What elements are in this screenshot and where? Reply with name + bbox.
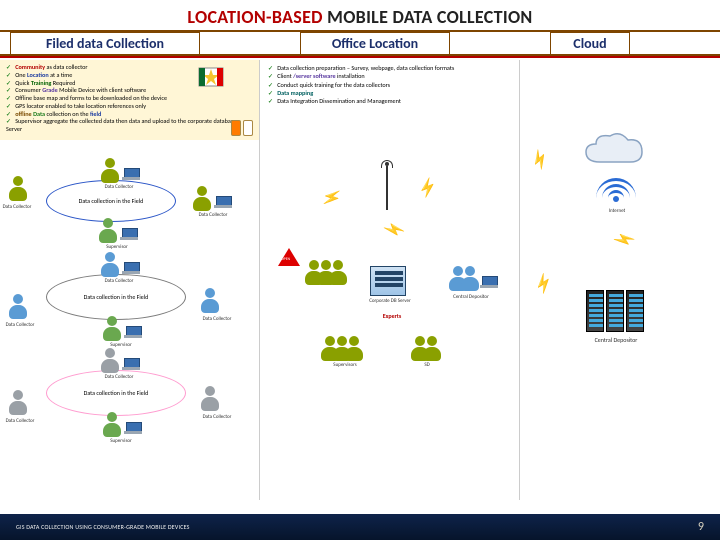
person-icon bbox=[102, 412, 122, 438]
label-collector: Data Collector bbox=[94, 278, 144, 284]
column-office: Data collection preparation – Survey, we… bbox=[260, 60, 520, 500]
bolt-icon: ⚡ bbox=[526, 146, 554, 174]
laptop-icon bbox=[124, 326, 142, 338]
office-item-2: Client /server software installation bbox=[268, 72, 511, 80]
label-collector: Data Collector bbox=[0, 322, 40, 328]
label-experts: Experts bbox=[372, 312, 412, 320]
person-icon bbox=[100, 348, 120, 374]
server-rack-icon bbox=[586, 290, 644, 332]
wifi-icon bbox=[596, 178, 636, 202]
office-bullet-box: Data collection preparation – Survey, we… bbox=[260, 60, 519, 110]
server-icon bbox=[370, 266, 406, 296]
bolt-icon: ⚡ bbox=[530, 270, 557, 297]
title-left: LOCATION-BASED bbox=[187, 6, 322, 28]
diagram-body: Community as data collector One Location… bbox=[0, 60, 720, 500]
footer: GIS DATA COLLECTION USING CONSUMER-GRADE… bbox=[0, 514, 720, 540]
label-central-depositor: Central Depositor bbox=[576, 336, 656, 344]
laptop-icon bbox=[120, 228, 138, 240]
laptop-icon bbox=[480, 276, 498, 288]
label-supervisor: Supervisor bbox=[96, 438, 146, 444]
label-supervisor: Supervisor bbox=[92, 244, 142, 250]
label-collector: Data Collector bbox=[192, 316, 242, 322]
person-icon bbox=[422, 336, 442, 362]
header-cloud: Cloud bbox=[550, 32, 630, 55]
person-icon bbox=[200, 386, 220, 412]
laptop-icon bbox=[122, 262, 140, 274]
slide-title: LOCATION-BASED MOBILE DATA COLLECTION bbox=[0, 0, 720, 30]
label-sd: SD bbox=[412, 362, 442, 368]
person-icon bbox=[102, 316, 122, 342]
column-cloud: Internet ⚡ ⚡ ⚡ Central Depositor bbox=[520, 60, 720, 500]
bolt-icon: ⚡ bbox=[415, 175, 441, 201]
office-item-3: Conduct quick training for the data coll… bbox=[268, 81, 511, 89]
office-item-5: Data Integration Dissemination and Manag… bbox=[268, 97, 511, 105]
person-icon bbox=[8, 390, 28, 416]
bolt-icon: ⚡ bbox=[381, 217, 407, 243]
field-bullet-box: Community as data collector One Location… bbox=[0, 60, 259, 140]
section-headers: Filed data Collection Office Location Cl… bbox=[0, 30, 720, 56]
phone-icon bbox=[231, 120, 241, 136]
label-internet: Internet bbox=[592, 208, 642, 214]
label-depositor: Central Depositor bbox=[446, 294, 496, 300]
page-number: 9 bbox=[698, 520, 704, 534]
person-icon bbox=[98, 218, 118, 244]
label-collector: Data Collector bbox=[0, 204, 34, 210]
label-supervisors: Supervisors bbox=[320, 362, 370, 368]
bolt-icon: ⚡ bbox=[610, 226, 637, 253]
footer-text: GIS DATA COLLECTION USING CONSUMER-GRADE… bbox=[16, 523, 190, 531]
label-server: Corporate DB Server bbox=[360, 298, 420, 304]
person-icon bbox=[328, 260, 348, 286]
person-icon bbox=[344, 336, 364, 362]
header-office: Office Location bbox=[300, 32, 450, 55]
person-icon bbox=[460, 266, 480, 292]
label-collector: Data Collector bbox=[0, 418, 40, 424]
office-item-4: Data mapping bbox=[268, 89, 511, 97]
label-collector: Data Collector bbox=[192, 414, 242, 420]
header-filed: Filed data Collection bbox=[10, 32, 200, 55]
person-icon bbox=[100, 158, 120, 184]
person-icon bbox=[8, 176, 28, 202]
column-field: Community as data collector One Location… bbox=[0, 60, 260, 500]
label-collector: Data Collector bbox=[94, 374, 144, 380]
laptop-icon bbox=[124, 422, 142, 434]
bolt-icon: ⚡ bbox=[319, 185, 345, 211]
person-icon bbox=[192, 186, 212, 212]
person-icon bbox=[100, 252, 120, 278]
person-icon bbox=[8, 294, 28, 320]
warning-triangle-icon bbox=[278, 248, 300, 268]
slide: LOCATION-BASED MOBILE DATA COLLECTION Fi… bbox=[0, 0, 720, 540]
laptop-icon bbox=[214, 196, 232, 208]
flag-icon bbox=[197, 66, 225, 88]
label-collector: Data Collector bbox=[94, 184, 144, 190]
antenna-icon bbox=[378, 160, 396, 210]
red-underline bbox=[0, 56, 720, 58]
field-item-8: Supervisor aggregate the collected data … bbox=[6, 118, 253, 134]
cloud-icon bbox=[580, 130, 650, 175]
phone-icon bbox=[243, 120, 253, 136]
laptop-icon bbox=[122, 358, 140, 370]
person-icon bbox=[200, 288, 220, 314]
label-collector: Data Collector bbox=[188, 212, 238, 218]
laptop-icon bbox=[122, 168, 140, 180]
office-item-1: Data collection preparation – Survey, we… bbox=[268, 64, 511, 72]
title-right: MOBILE DATA COLLECTION bbox=[327, 6, 532, 28]
